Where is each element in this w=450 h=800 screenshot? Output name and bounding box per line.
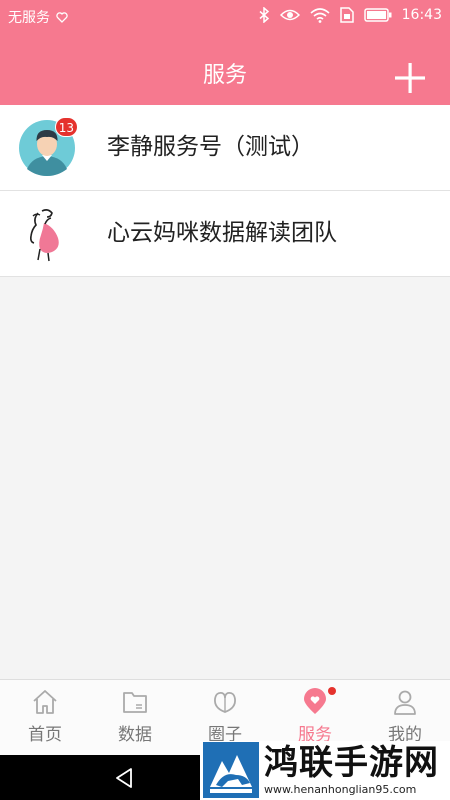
clock-time: 16:43 [401,7,442,23]
pregnant-woman-icon [18,205,76,263]
watermark-title: 鸿联手游网 [264,743,439,783]
page-title: 服务 [202,63,247,88]
plus-icon [395,63,425,93]
eye-icon [279,8,300,22]
app-header: 服务 [0,32,450,105]
service-name: 心云妈咪数据解读团队 [107,220,337,246]
tab-label: 首页 [28,725,62,745]
notification-dot [328,687,336,695]
tab-label: 数据 [118,725,152,745]
service-list: 13 李静服务号（测试） 心云妈咪数据解读团队 [0,105,450,277]
service-name: 李静服务号（测试） [107,134,314,160]
heart-outline-icon [56,11,68,23]
sim-icon [339,7,354,23]
watermark: 鸿联手游网 www.henanhonglian95.com [200,741,450,800]
add-button[interactable] [394,62,426,94]
bluetooth-icon [259,7,270,23]
status-right: 16:43 [259,7,442,23]
wifi-icon [310,7,330,23]
service-item-lijing[interactable]: 13 李静服务号（测试） [0,105,450,191]
carrier-text: 无服务 [8,10,50,26]
unread-badge: 13 [54,117,78,137]
tab-home[interactable]: 首页 [0,680,90,755]
person-icon [394,690,416,715]
avatar [18,205,76,263]
back-triangle-icon[interactable] [112,766,136,790]
avatar: 13 [18,117,78,177]
status-bar: 无服务 16:43 [0,0,450,32]
bull-logo [203,742,259,798]
status-left: 无服务 [8,7,68,27]
battery-icon [363,8,392,22]
location-heart-icon [304,688,326,714]
home-icon [33,690,57,714]
folder-icon [123,692,147,713]
service-item-xinyun[interactable]: 心云妈咪数据解读团队 [0,191,450,277]
watermark-url: www.henanhonglian95.com [264,783,417,796]
tab-data[interactable]: 数据 [90,680,180,755]
circles-icon [214,691,236,713]
